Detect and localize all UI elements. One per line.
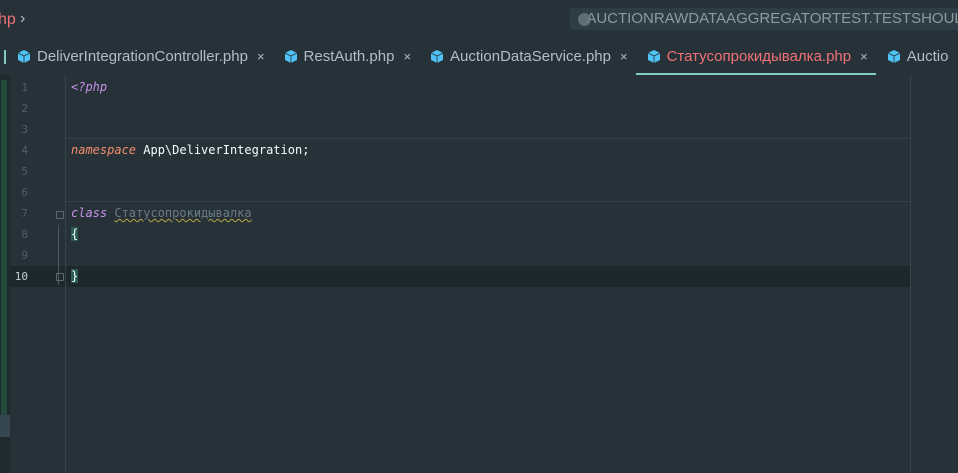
chevron-right-icon: › — [20, 10, 26, 27]
editor-tabs: DeliverIntegrationController.php × RestA… — [0, 38, 958, 75]
method-separator — [66, 138, 910, 139]
tab-deliver-integration-controller[interactable]: DeliverIntegrationController.php × — [0, 38, 273, 75]
breadcrumb-file[interactable]: hp — [0, 11, 16, 29]
gutter-divider — [65, 75, 66, 473]
tab-statusoprokidyvalka[interactable]: Статусопрокидывалка.php × — [635, 38, 876, 75]
php-file-icon — [431, 50, 444, 63]
php-file-icon — [647, 50, 660, 63]
php-open-tag: <?php — [71, 80, 108, 94]
line-number: 7 — [21, 207, 28, 220]
namespace-keyword: namespace — [71, 143, 137, 157]
scroll-thumb[interactable] — [0, 415, 10, 437]
close-icon[interactable]: × — [403, 49, 411, 64]
class-keyword: class — [71, 206, 108, 220]
close-brace: } — [71, 269, 79, 283]
fold-collapse-icon[interactable] — [56, 211, 64, 219]
code-line-8: { — [71, 224, 79, 245]
line-number: 5 — [21, 165, 28, 178]
run-configuration-selector[interactable]: AUCTIONRAWDATAAGGREGATORTEST.TESTSHOULDG… — [570, 8, 958, 30]
vcs-change-marker — [1, 80, 7, 420]
code-line-7: class Статусопрокидывалка — [71, 203, 252, 224]
line-number: 1 — [21, 81, 28, 94]
fold-end-icon[interactable] — [56, 273, 64, 281]
line-number: 3 — [21, 123, 28, 136]
close-icon[interactable]: × — [860, 49, 868, 64]
code-line-1: <?php — [71, 77, 107, 98]
side-tool-strip — [0, 75, 10, 473]
navigation-bar: hp › AUCTIONRAWDATAAGGREGATORTEST.TESTSH… — [0, 0, 958, 38]
line-number: 8 — [21, 228, 28, 241]
line-number-current: 10 — [14, 270, 28, 283]
tab-auction-data-service[interactable]: AuctionDataService.php × — [419, 38, 636, 75]
code-line-10: } — [71, 266, 79, 287]
line-number: 2 — [21, 102, 28, 115]
tab-label: RestAuth.php — [303, 48, 395, 65]
tab-label: AuctionDataService.php — [450, 48, 611, 65]
method-separator — [66, 201, 910, 202]
tab-scroll-marker — [4, 49, 6, 64]
right-margin-guide — [910, 75, 911, 473]
tab-label: Auctio — [906, 48, 949, 65]
class-name: Статусопрокидывалка — [114, 206, 252, 220]
tab-auction-partial[interactable]: Auctio — [876, 38, 957, 75]
tab-label: Статусопрокидывалка.php — [666, 48, 852, 65]
close-icon[interactable]: × — [257, 49, 265, 64]
php-file-icon — [18, 50, 30, 63]
line-number: 6 — [21, 186, 28, 199]
code-editor[interactable]: 1 2 3 4 5 6 7 8 9 10 <?php namespace App… — [0, 75, 958, 473]
code-line-4: namespace App\DeliverIntegration; — [71, 140, 309, 161]
php-file-icon — [284, 50, 297, 63]
close-icon[interactable]: × — [620, 49, 628, 64]
line-number: 4 — [21, 144, 28, 157]
namespace-path: App\DeliverIntegration; — [136, 143, 310, 157]
tab-label: DeliverIntegrationController.php — [37, 48, 248, 65]
php-file-icon — [887, 50, 900, 63]
line-number: 9 — [21, 249, 28, 262]
current-line-highlight — [10, 266, 910, 287]
run-configuration-label: AUCTIONRAWDATAAGGREGATORTEST.TESTSHOULDG… — [586, 10, 958, 27]
test-config-icon — [578, 12, 591, 26]
tab-rest-auth[interactable]: RestAuth.php × — [273, 38, 420, 75]
open-brace: { — [71, 227, 79, 241]
